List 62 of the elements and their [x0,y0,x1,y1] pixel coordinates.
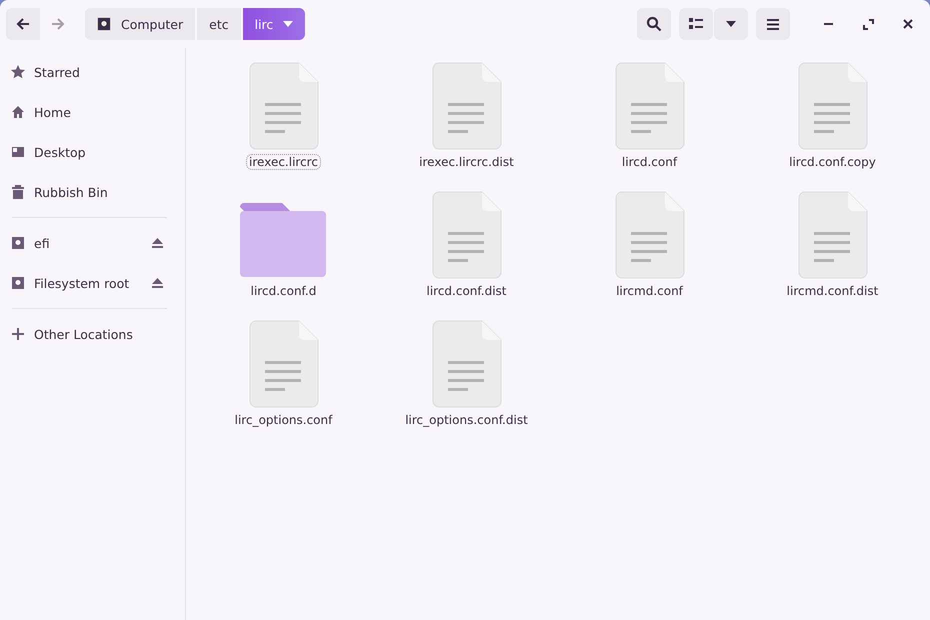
document-icon [614,62,684,150]
file-name[interactable]: lircmd.conf [613,283,686,299]
document-icon [248,320,318,408]
sidebar-label: Home [34,104,72,120]
document-icon [432,62,502,150]
back-arrow-icon [16,17,30,31]
path-segment[interactable]: etc [197,8,241,40]
sidebar-item[interactable]: Other Locations [0,314,185,354]
plus-icon [10,326,26,342]
file-name[interactable]: lircmd.conf.dist [784,283,882,299]
close-icon [903,19,913,29]
path-segment[interactable]: lirc [242,8,306,40]
sidebar-item[interactable]: efi [0,223,185,263]
eject-icon[interactable] [152,238,163,248]
forward-arrow-icon [51,17,65,31]
sidebar-item[interactable]: Filesystem root [0,263,185,303]
file-name[interactable]: lirc_options.conf [232,412,336,428]
file-name[interactable]: lircd.conf.d [248,283,320,299]
file-name[interactable]: lircd.conf.dist [424,283,510,299]
view-mode-button[interactable] [679,8,713,40]
document-icon [432,320,502,408]
eject-icon[interactable] [152,278,163,288]
maximize-icon [862,18,874,30]
sidebar-item[interactable]: Desktop [0,132,185,172]
search-button[interactable] [637,8,671,40]
sidebar-item[interactable]: Home [0,92,185,132]
caret-icon [283,21,294,27]
menu-icon [767,18,779,30]
desktop-icon [10,144,26,160]
caret-icon [726,21,736,27]
sidebar-label: Other Locations [34,326,134,342]
path-segment[interactable]: Computer [85,8,196,40]
trash-icon [10,184,26,200]
file-name[interactable]: irexec.lircrc.dist [416,154,517,170]
file-name[interactable]: lircd.conf.copy [786,154,879,170]
star-icon [10,64,26,80]
folder-icon [240,201,328,279]
sidebar-item[interactable]: Rubbish Bin [0,172,185,212]
file-name[interactable]: lircd.conf [618,154,680,170]
sidebar-label: Filesystem root [34,276,130,290]
minimize-icon [824,23,832,25]
document-icon [614,191,684,279]
list-view-icon [689,18,703,30]
document-icon [798,62,868,150]
menu-button[interactable] [756,8,790,40]
view-options-button[interactable] [714,8,748,40]
sidebar-label: Starred [34,64,81,80]
document-icon [798,191,868,279]
drive-icon [97,17,111,31]
document-icon [248,62,318,150]
back-button[interactable] [6,8,40,40]
drive-icon [10,275,26,291]
home-icon [10,104,26,120]
file-name[interactable]: lirc_options.conf.dist [402,412,531,428]
sidebar-label: efi [34,236,51,250]
drive-icon [10,235,26,251]
document-icon [432,191,502,279]
sidebar-item[interactable]: Starred [0,52,185,92]
sidebar-label: Desktop [34,144,87,160]
search-icon [646,16,662,32]
sidebar-label: Rubbish Bin [34,184,109,200]
file-name[interactable]: irexec.lircrc [246,154,321,170]
